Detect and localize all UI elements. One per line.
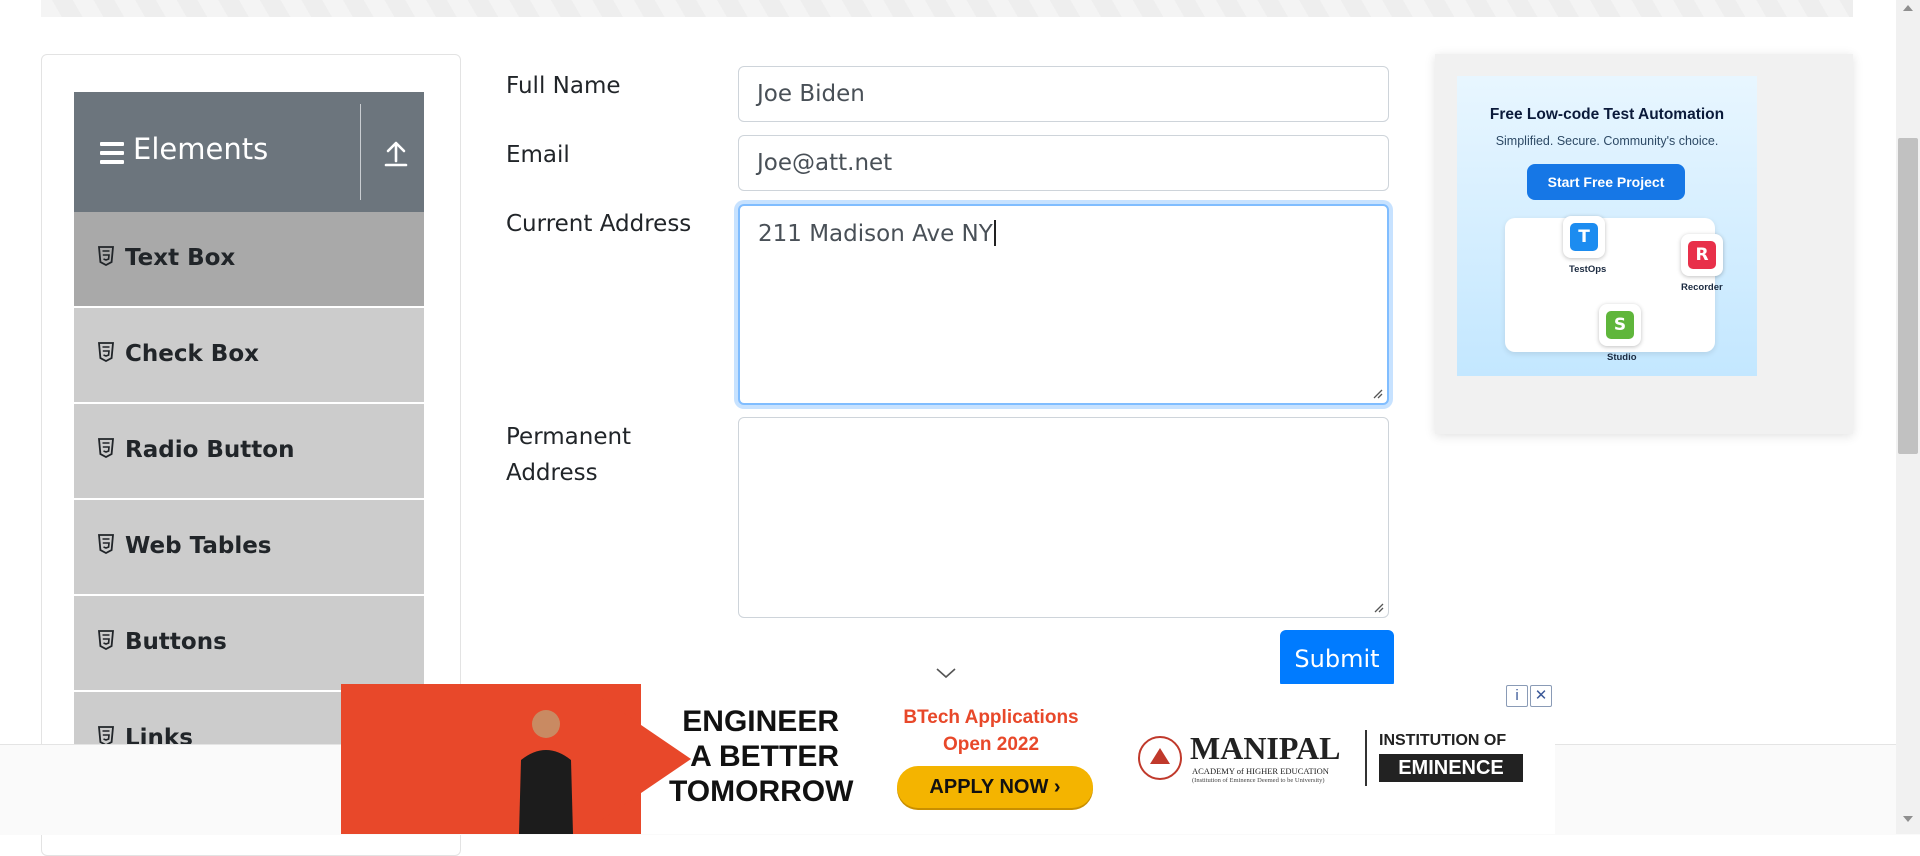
chevron-down-icon[interactable] xyxy=(935,667,957,679)
permanent-address-textarea[interactable] xyxy=(738,417,1389,618)
permanent-address-label-line1: Permanent xyxy=(506,424,632,450)
ad-slogan: ENGINEER A BETTER TOMORROW xyxy=(669,704,854,809)
full-name-input[interactable]: Joe Biden xyxy=(738,66,1389,122)
ad-eminence-badge: EMINENCE xyxy=(1379,754,1523,782)
ad-separator xyxy=(1365,730,1367,786)
sidebar-item-label: Check Box xyxy=(125,341,259,367)
manipal-sub1: ACADEMY of HIGHER EDUCATION xyxy=(1192,766,1329,776)
adchoices-info-icon[interactable]: i xyxy=(1506,685,1528,707)
sidebar-item-label: Web Tables xyxy=(125,533,272,559)
current-address-label: Current Address xyxy=(506,211,692,237)
ad-institution-text: INSTITUTION OF xyxy=(1379,732,1507,749)
sidebar-item-label: Radio Button xyxy=(125,437,295,463)
recorder-tile: R xyxy=(1681,234,1723,276)
permanent-address-label-line2: Address xyxy=(506,460,598,486)
sidebar-item-radio-button[interactable]: Radio Button xyxy=(74,404,424,500)
ad-btech-line2: Open 2022 xyxy=(942,734,1040,755)
start-free-project-button[interactable]: Start Free Project xyxy=(1527,164,1685,200)
ad-close-icon[interactable]: ✕ xyxy=(1530,685,1552,707)
submit-button[interactable]: Submit xyxy=(1280,630,1394,688)
html5-icon xyxy=(98,726,114,746)
recorder-letter: R xyxy=(1688,241,1716,269)
top-banner-ad xyxy=(41,0,1853,17)
sidebar-group-title: Elements xyxy=(133,132,269,166)
hamburger-icon xyxy=(100,142,124,164)
current-address-value: 211 Madison Ave NY xyxy=(758,221,993,247)
sidebar-item-label: Text Box xyxy=(125,245,236,271)
sidebar-item-text-box[interactable]: Text Box xyxy=(74,212,424,308)
email-value: Joe@att.net xyxy=(757,150,893,176)
ad-slogan-line2: A BETTER xyxy=(690,740,839,773)
text-caret xyxy=(993,220,996,246)
resize-handle-icon[interactable] xyxy=(1371,387,1383,399)
testops-letter: T xyxy=(1570,223,1598,251)
studio-letter: S xyxy=(1606,311,1634,339)
scrollbar-thumb[interactable] xyxy=(1898,138,1918,454)
manipal-brand: MANIPAL xyxy=(1190,730,1341,766)
recorder-label: Recorder xyxy=(1681,282,1723,293)
sidebar-item-label: Buttons xyxy=(125,629,227,655)
person-illustration xyxy=(519,710,573,834)
side-ad-subline: Simplified. Secure. Community's choice. xyxy=(1495,134,1719,148)
html5-icon xyxy=(98,438,114,458)
email-label: Email xyxy=(506,142,570,168)
html5-icon xyxy=(98,630,114,650)
sidebar-group-elements[interactable]: Elements xyxy=(74,92,424,212)
manipal-emblem-icon xyxy=(1138,736,1182,780)
sidebar-item-check-box[interactable]: Check Box xyxy=(74,308,424,404)
studio-tile: S xyxy=(1599,304,1641,346)
email-input[interactable]: Joe@att.net xyxy=(738,135,1389,191)
header-divider xyxy=(360,104,361,200)
full-name-label: Full Name xyxy=(506,73,621,99)
scroll-down-arrow-icon[interactable] xyxy=(1903,816,1913,822)
manipal-logo: MANIPAL ACADEMY of HIGHER EDUCATION (Ins… xyxy=(1136,728,1358,788)
sidebar-item-buttons[interactable]: Buttons xyxy=(74,596,424,692)
testops-tile: T xyxy=(1563,216,1605,258)
html5-icon xyxy=(98,534,114,554)
ad-btech-line1: BTech Applications xyxy=(903,707,1079,728)
collapse-up-icon[interactable] xyxy=(379,135,413,171)
adchoices[interactable]: i ✕ xyxy=(1506,685,1552,707)
current-address-textarea[interactable]: 211 Madison Ave NY xyxy=(738,204,1389,405)
sidebar-item-web-tables[interactable]: Web Tables xyxy=(74,500,424,596)
html5-icon xyxy=(98,246,114,266)
side-ad-creative[interactable]: Free Low-code Test Automation Simplified… xyxy=(1457,76,1757,376)
testops-label: TestOps xyxy=(1569,264,1607,275)
ad-btech-text: BTech Applications Open 2022 xyxy=(891,704,1091,758)
studio-label: Studio xyxy=(1607,352,1637,363)
ad-slogan-line3: TOMORROW xyxy=(669,775,854,808)
ad-slogan-line1: ENGINEER xyxy=(682,705,839,738)
permanent-address-label: Permanent Address xyxy=(506,419,696,491)
side-ad[interactable]: Free Low-code Test Automation Simplified… xyxy=(1435,54,1853,434)
full-name-value: Joe Biden xyxy=(757,81,865,107)
manipal-sub2: (Institution of Eminence Deemed to be Un… xyxy=(1192,777,1325,784)
apply-now-button[interactable]: APPLY NOW › xyxy=(897,766,1093,808)
side-ad-headline: Free Low-code Test Automation xyxy=(1489,106,1725,123)
html5-icon xyxy=(98,342,114,362)
scroll-up-arrow-icon[interactable] xyxy=(1903,5,1913,11)
bottom-ad[interactable]: ENGINEER A BETTER TOMORROW BTech Applica… xyxy=(341,684,1555,834)
resize-handle-icon[interactable] xyxy=(1372,601,1384,613)
